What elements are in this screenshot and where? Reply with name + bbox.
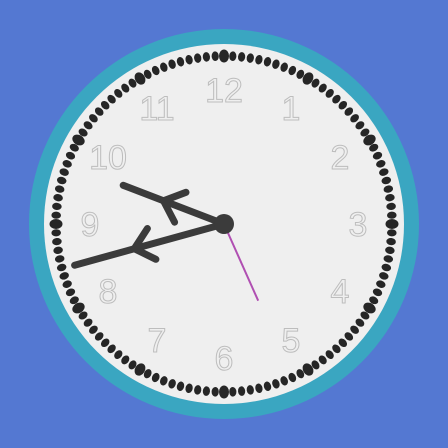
numeral-7: 7 <box>148 322 167 360</box>
numeral-12: 12 <box>205 72 243 110</box>
hour-dot <box>49 219 63 229</box>
numeral-5: 5 <box>282 322 301 360</box>
numeral-1: 1 <box>282 90 301 128</box>
numeral-10: 10 <box>89 139 127 177</box>
hour-dot <box>219 385 229 399</box>
hour-dot <box>219 49 229 63</box>
numeral-11: 11 <box>139 90 174 128</box>
numeral-4: 4 <box>331 273 350 311</box>
numeral-8: 8 <box>99 273 118 311</box>
numeral-2: 2 <box>331 139 350 177</box>
numeral-6: 6 <box>215 340 234 378</box>
analog-clock: 12 12 3 45 6 78 9 10 11 <box>29 29 419 419</box>
center-hub <box>214 214 234 234</box>
hour-dot <box>385 219 399 229</box>
clock-app: 12 1 2 3 4 5 6 7 8 9 10 11 <box>0 0 448 448</box>
numeral-9: 9 <box>81 206 100 244</box>
numeral-3: 3 <box>349 206 368 244</box>
